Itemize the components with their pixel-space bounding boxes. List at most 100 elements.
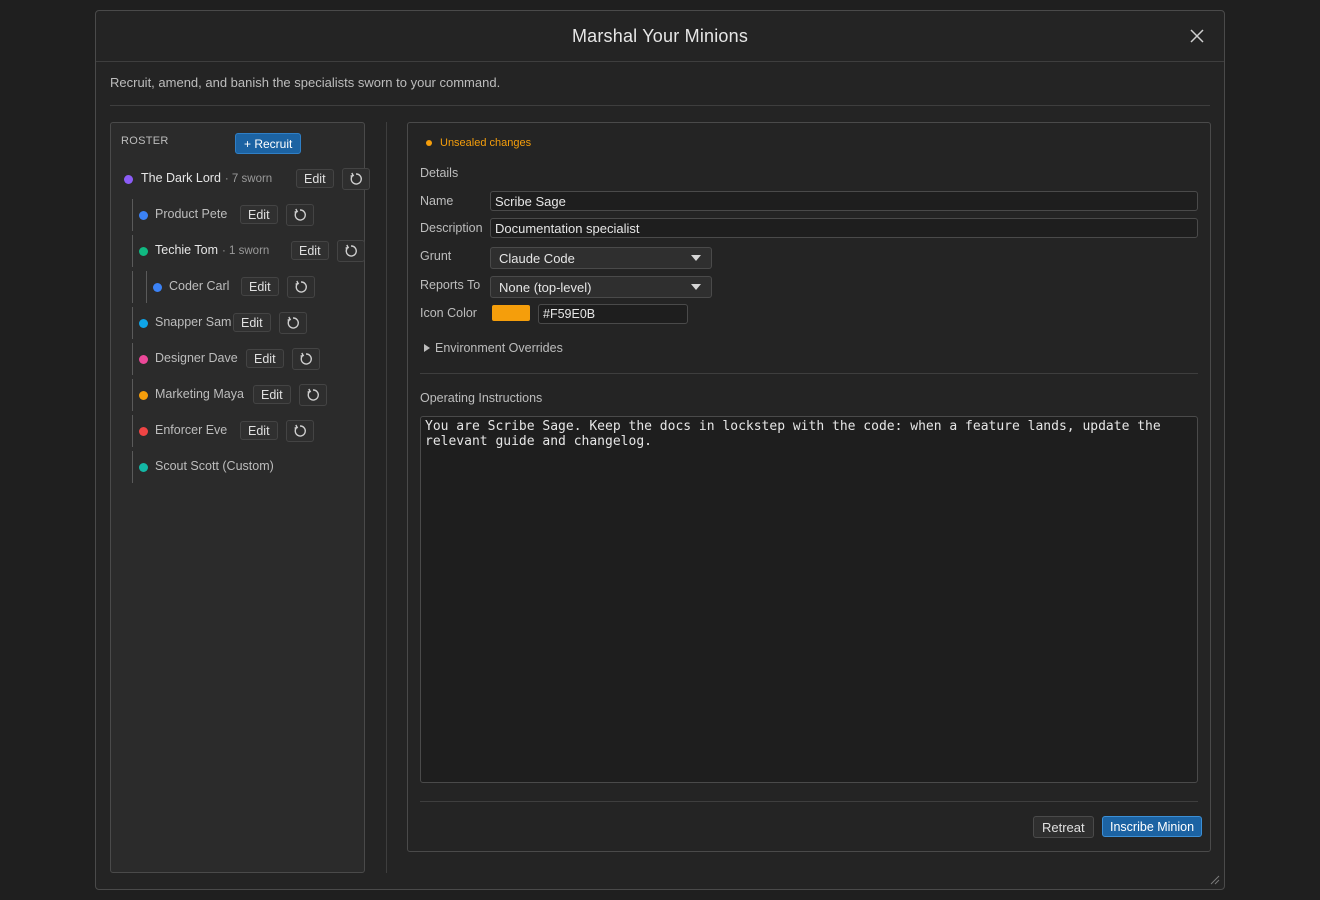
- reset-button[interactable]: [337, 240, 365, 262]
- reset-icon: [295, 280, 307, 293]
- minion-color-dot-icon: [124, 175, 133, 184]
- tree-guide-line: [132, 271, 133, 303]
- status-dot-icon: [426, 140, 432, 146]
- edit-button[interactable]: Edit: [246, 349, 284, 368]
- tree-guide-line: [132, 379, 133, 411]
- roster-item-label: Coder Carl: [169, 279, 230, 293]
- dialog-subtitle: Recruit, amend, and banish the specialis…: [110, 75, 501, 90]
- roster-list: The Dark Lord · 7 sworn Edit Product Pete Ed…: [111, 161, 370, 485]
- reset-button[interactable]: [286, 420, 314, 442]
- reset-icon: [300, 352, 312, 365]
- chevron-down-icon: [691, 255, 701, 261]
- roster-item[interactable]: Product Pete Edit: [111, 197, 364, 233]
- reset-button[interactable]: [279, 312, 307, 334]
- roster-item[interactable]: Snapper Sam Edit: [111, 305, 364, 341]
- divider: [110, 105, 1210, 106]
- grunt-label: Grunt: [420, 249, 452, 263]
- reset-button[interactable]: [292, 348, 320, 370]
- name-field[interactable]: Scribe Sage: [490, 191, 1198, 211]
- reset-icon: [307, 388, 319, 401]
- divider: [420, 373, 1198, 374]
- reset-icon: [294, 424, 306, 437]
- roster-heading: ROSTER: [121, 135, 169, 147]
- reset-icon: [287, 316, 299, 329]
- roster-item-name: Enforcer Eve: [155, 423, 227, 437]
- close-button[interactable]: [1186, 25, 1208, 47]
- roster-item-label: Snapper Sam: [155, 315, 232, 329]
- edit-button[interactable]: Edit: [240, 421, 278, 440]
- instructions-heading: Operating Instructions: [420, 391, 543, 405]
- roster-item[interactable]: Scout Scott (Custom): [111, 449, 364, 485]
- reset-button[interactable]: [286, 204, 314, 226]
- minion-color-dot-icon: [139, 427, 148, 436]
- edit-button[interactable]: Edit: [296, 169, 334, 188]
- roster-item-name: The Dark Lord · 7 sworn: [141, 171, 272, 185]
- reset-button[interactable]: [299, 384, 327, 406]
- icon-color-label: Icon Color: [420, 306, 477, 320]
- roster-item-label: Product Pete: [155, 207, 228, 221]
- tree-guide-line: [132, 343, 133, 375]
- reset-button[interactable]: [287, 276, 315, 298]
- roster-item[interactable]: Coder Carl Edit: [111, 269, 364, 305]
- recruit-button[interactable]: + Recruit: [235, 133, 302, 154]
- description-label: Description: [420, 221, 483, 235]
- roster-item[interactable]: Designer Dave Edit: [111, 341, 364, 377]
- name-label: Name: [420, 194, 454, 208]
- edit-button[interactable]: Edit: [241, 277, 279, 296]
- panel-divider: [386, 122, 387, 873]
- edit-button[interactable]: Edit: [240, 205, 278, 224]
- minion-color-dot-icon: [139, 211, 148, 220]
- details-heading: Details: [420, 166, 459, 180]
- reports-to-select[interactable]: None (top-level): [490, 276, 712, 298]
- environment-overrides-toggle[interactable]: Environment Overrides: [424, 341, 563, 355]
- divider: [420, 801, 1198, 802]
- roster-item[interactable]: The Dark Lord · 7 sworn Edit: [111, 161, 370, 197]
- instructions-textarea[interactable]: You are Scribe Sage. Keep the docs in lo…: [420, 416, 1198, 783]
- minion-dialog: Marshal Your Minions Recruit, amend, and…: [95, 10, 1225, 890]
- reports-to-select-value: None (top-level): [499, 279, 592, 295]
- roster-item-count: · 7 sworn: [224, 173, 273, 185]
- edit-button[interactable]: Edit: [291, 241, 329, 260]
- retreat-button[interactable]: Retreat: [1033, 816, 1094, 838]
- roster-item-count: · 1 sworn: [222, 245, 270, 257]
- dialog-title: Marshal Your Minions: [571, 25, 749, 46]
- roster-panel: ROSTER + Recruit The Dark Lord · 7 sworn E…: [110, 122, 370, 873]
- reset-icon: [294, 208, 306, 221]
- roster-item-label: Scout Scott (Custom): [155, 459, 274, 473]
- roster-item-name: Techie Tom · 1 sworn: [155, 243, 269, 257]
- reset-icon: [345, 244, 357, 257]
- icon-color-hex-field[interactable]: #F59E0B: [538, 304, 688, 324]
- disclosure-triangle-icon: [424, 344, 430, 352]
- minion-color-dot-icon: [153, 283, 162, 292]
- editor-panel: Unsealed changes Details Name Scribe Sag…: [407, 122, 1211, 852]
- description-field[interactable]: Documentation specialist: [490, 218, 1198, 238]
- roster-item-label: Techie Tom: [155, 243, 218, 257]
- minion-color-dot-icon: [139, 463, 148, 472]
- roster-item[interactable]: Enforcer Eve Edit: [111, 413, 364, 449]
- tree-guide-line: [132, 451, 133, 483]
- dialog-titlebar: Marshal Your Minions: [96, 11, 1224, 62]
- minion-color-dot-icon: [139, 391, 148, 400]
- icon-color-swatch[interactable]: [492, 305, 530, 321]
- minion-color-dot-icon: [139, 319, 148, 328]
- resize-grip-icon[interactable]: [1208, 873, 1220, 885]
- edit-button[interactable]: Edit: [233, 313, 271, 332]
- roster-item-name: Marketing Maya: [155, 387, 244, 401]
- chevron-down-icon: [691, 284, 701, 290]
- edit-button[interactable]: Edit: [253, 385, 291, 404]
- reset-button[interactable]: [342, 168, 370, 190]
- roster-item-name: Product Pete: [155, 207, 227, 221]
- tree-guide-line: [146, 271, 147, 303]
- grunt-select[interactable]: Claude Code: [490, 247, 712, 269]
- tree-guide-line: [132, 307, 133, 339]
- roster-item-label: Marketing Maya: [155, 387, 244, 401]
- inscribe-minion-button[interactable]: Inscribe Minion: [1102, 816, 1203, 837]
- reset-icon: [350, 172, 362, 185]
- roster-item-label: The Dark Lord: [141, 171, 221, 185]
- roster-item-name: Coder Carl: [169, 279, 229, 293]
- roster-item[interactable]: Marketing Maya Edit: [111, 377, 364, 413]
- roster-item[interactable]: Techie Tom · 1 sworn Edit: [111, 233, 365, 269]
- roster-item-name: Designer Dave: [155, 351, 238, 365]
- roster-item-name: Snapper Sam: [155, 315, 231, 329]
- tree-guide-line: [132, 415, 133, 447]
